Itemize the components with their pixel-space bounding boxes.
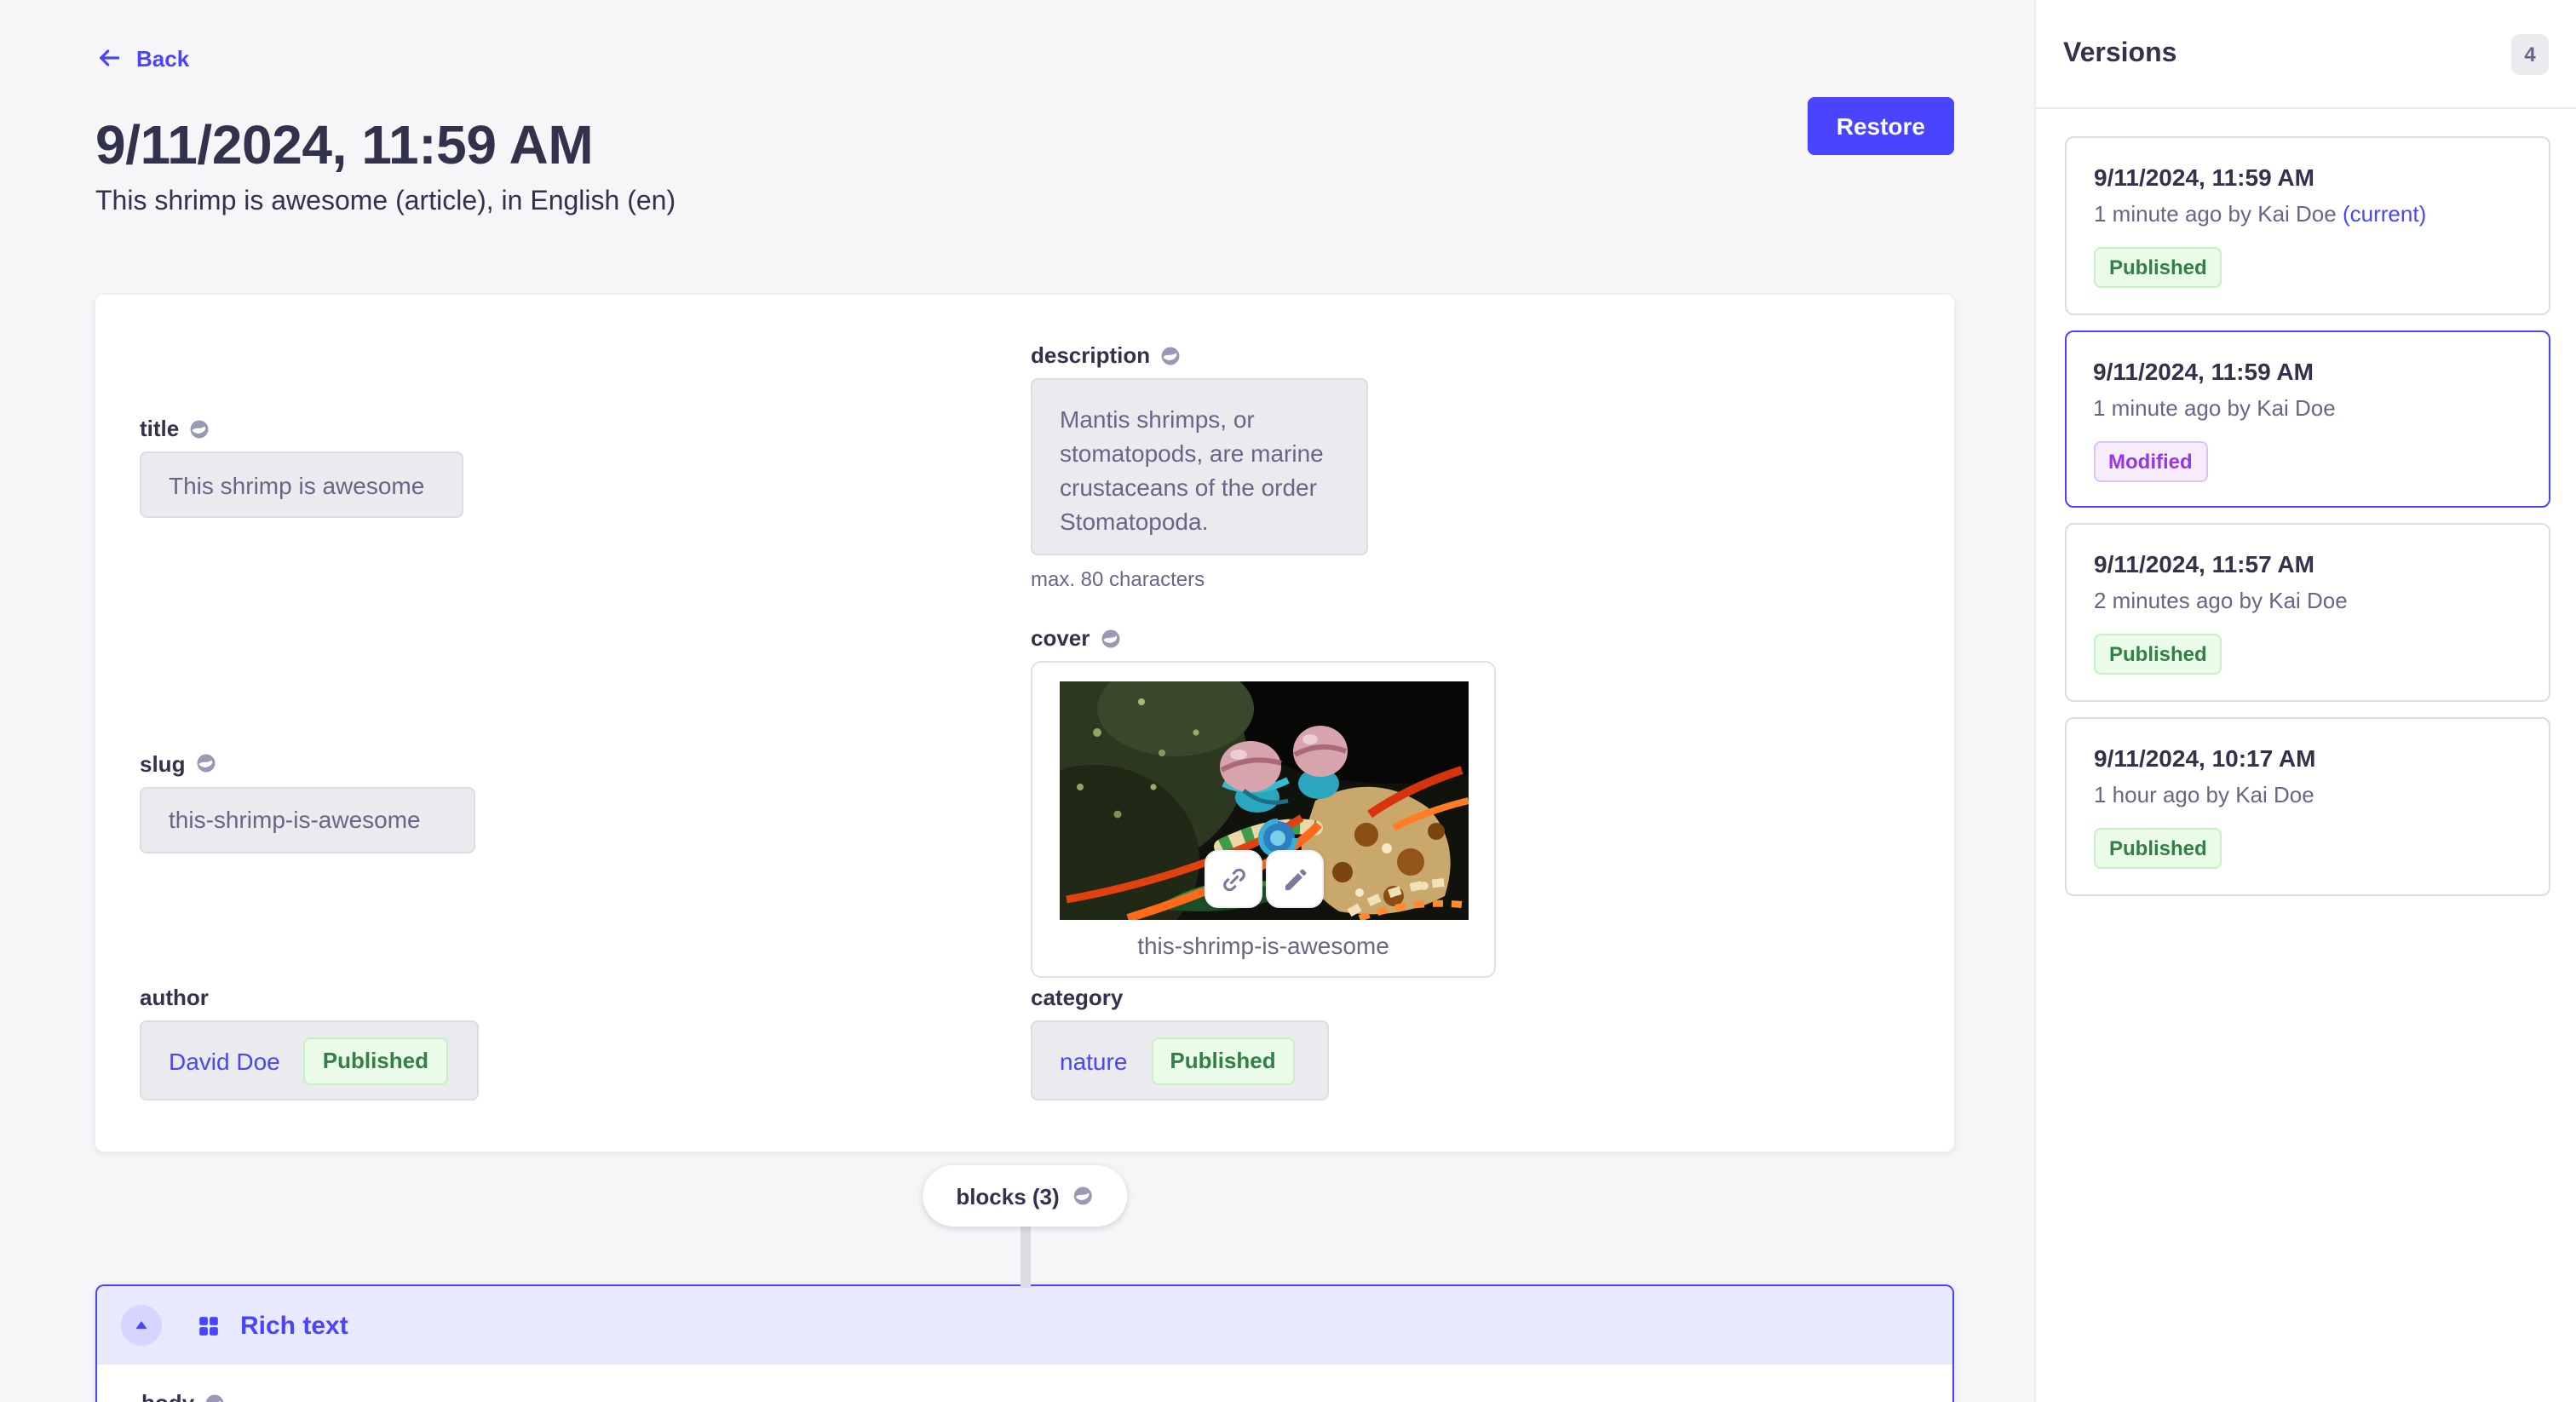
version-status-badge: Published — [2094, 828, 2222, 869]
cover-card: this-shrimp-is-awesome — [1031, 661, 1496, 978]
collapse-icon — [133, 1317, 150, 1334]
category-relation: nature Published — [1031, 1020, 1329, 1100]
pencil-icon — [1280, 865, 1309, 893]
category-status-badge: Published — [1151, 1037, 1294, 1084]
description-label: description — [1031, 342, 1150, 368]
app-root: Back 9/11/2024, 11:59 AM This shrimp is … — [0, 0, 2576, 1402]
edit-cover-button[interactable] — [1266, 850, 1324, 908]
versions-title: Versions — [2063, 38, 2176, 69]
component-grid-icon — [198, 1314, 220, 1336]
version-date: 9/11/2024, 11:57 AM — [2094, 550, 2521, 577]
version-status-badge: Modified — [2093, 440, 2208, 481]
field-cover: cover — [1031, 625, 1496, 978]
earth-icon — [1073, 1186, 1094, 1206]
page-header: Back 9/11/2024, 11:59 AM This shrimp is … — [95, 0, 1954, 218]
earth-icon — [195, 753, 216, 773]
version-status-badge: Published — [2094, 247, 2222, 288]
collapse-button[interactable] — [121, 1305, 162, 1346]
cover-label: cover — [1031, 625, 1090, 651]
description-hint: max. 80 characters — [1031, 567, 1368, 591]
block-type-label: Rich text — [240, 1311, 348, 1340]
version-card[interactable]: 9/11/2024, 10:17 AM 1 hour ago by Kai Do… — [2065, 717, 2550, 896]
category-label: category — [1031, 985, 1123, 1010]
rich-text-block: Rich text body — [95, 1284, 1954, 1402]
blocks-label: blocks (3) — [956, 1183, 1059, 1209]
earth-icon — [189, 418, 210, 439]
field-author: author David Doe Published — [140, 985, 479, 1100]
slug-label: slug — [140, 750, 185, 776]
rich-text-block-header: Rich text — [97, 1286, 1952, 1365]
title-input — [140, 451, 463, 518]
version-meta: 1 hour ago by Kai Doe — [2094, 782, 2521, 807]
version-card[interactable]: 9/11/2024, 11:59 AM 1 minute ago by Kai … — [2065, 136, 2550, 315]
author-relation: David Doe Published — [140, 1020, 479, 1100]
description-textarea: Mantis shrimps, or stomatopods, are mari… — [1031, 378, 1368, 555]
blocks-connector — [1020, 1227, 1030, 1288]
back-arrow-icon — [95, 44, 123, 72]
versions-list: 9/11/2024, 11:59 AM 1 minute ago by Kai … — [2036, 109, 2576, 923]
author-status-badge: Published — [304, 1037, 447, 1084]
version-meta: 1 minute ago by Kai Doe (current) — [2094, 201, 2521, 227]
version-card[interactable]: 9/11/2024, 11:57 AM 2 minutes ago by Kai… — [2065, 523, 2550, 702]
version-date: 9/11/2024, 11:59 AM — [2094, 164, 2521, 191]
version-card-selected[interactable]: 9/11/2024, 11:59 AM 1 minute ago by Kai … — [2065, 330, 2550, 508]
earth-icon — [204, 1393, 225, 1402]
slug-input — [140, 786, 475, 853]
back-label: Back — [136, 45, 189, 71]
body-label: body — [141, 1390, 194, 1402]
earth-icon — [1100, 628, 1120, 648]
versions-count-badge: 4 — [2511, 33, 2549, 74]
link-icon — [1219, 865, 1248, 893]
author-label: author — [140, 985, 209, 1010]
page-title: 9/11/2024, 11:59 AM — [95, 114, 676, 175]
version-date: 9/11/2024, 11:59 AM — [2093, 357, 2522, 384]
version-date: 9/11/2024, 10:17 AM — [2094, 744, 2521, 772]
version-meta: 2 minutes ago by Kai Doe — [2094, 588, 2521, 613]
current-label: (current) — [2343, 201, 2426, 227]
author-link[interactable]: David Doe — [169, 1047, 280, 1074]
back-link[interactable]: Back — [95, 44, 189, 72]
field-title: title — [140, 416, 463, 518]
versions-header: Versions 4 — [2036, 0, 2576, 109]
restore-button[interactable]: Restore — [1808, 97, 1954, 155]
copy-link-button[interactable] — [1205, 850, 1262, 908]
cover-filename: this-shrimp-is-awesome — [1060, 932, 1467, 959]
fields-panel: title description Mantis shrimps, or sto… — [95, 295, 1954, 1152]
earth-icon — [1160, 345, 1181, 365]
version-status-badge: Published — [2094, 634, 2222, 675]
category-link[interactable]: nature — [1060, 1047, 1127, 1074]
version-meta: 1 minute ago by Kai Doe — [2093, 394, 2522, 420]
title-label: title — [140, 416, 179, 441]
blocks-zone: blocks (3) — [95, 1152, 1954, 1284]
field-description: description Mantis shrimps, or stomatopo… — [1031, 342, 1368, 591]
field-slug: slug — [140, 750, 475, 853]
versions-sidebar: Versions 4 9/11/2024, 11:59 AM 1 minute … — [2034, 0, 2576, 1402]
version-detail-main: Back 9/11/2024, 11:59 AM This shrimp is … — [0, 0, 2034, 1402]
rich-text-block-body: body — [97, 1365, 1952, 1402]
page-subtitle: This shrimp is awesome (article), in Eng… — [95, 187, 676, 218]
blocks-pill: blocks (3) — [922, 1165, 1127, 1227]
field-category: category nature Published — [1031, 985, 1329, 1100]
